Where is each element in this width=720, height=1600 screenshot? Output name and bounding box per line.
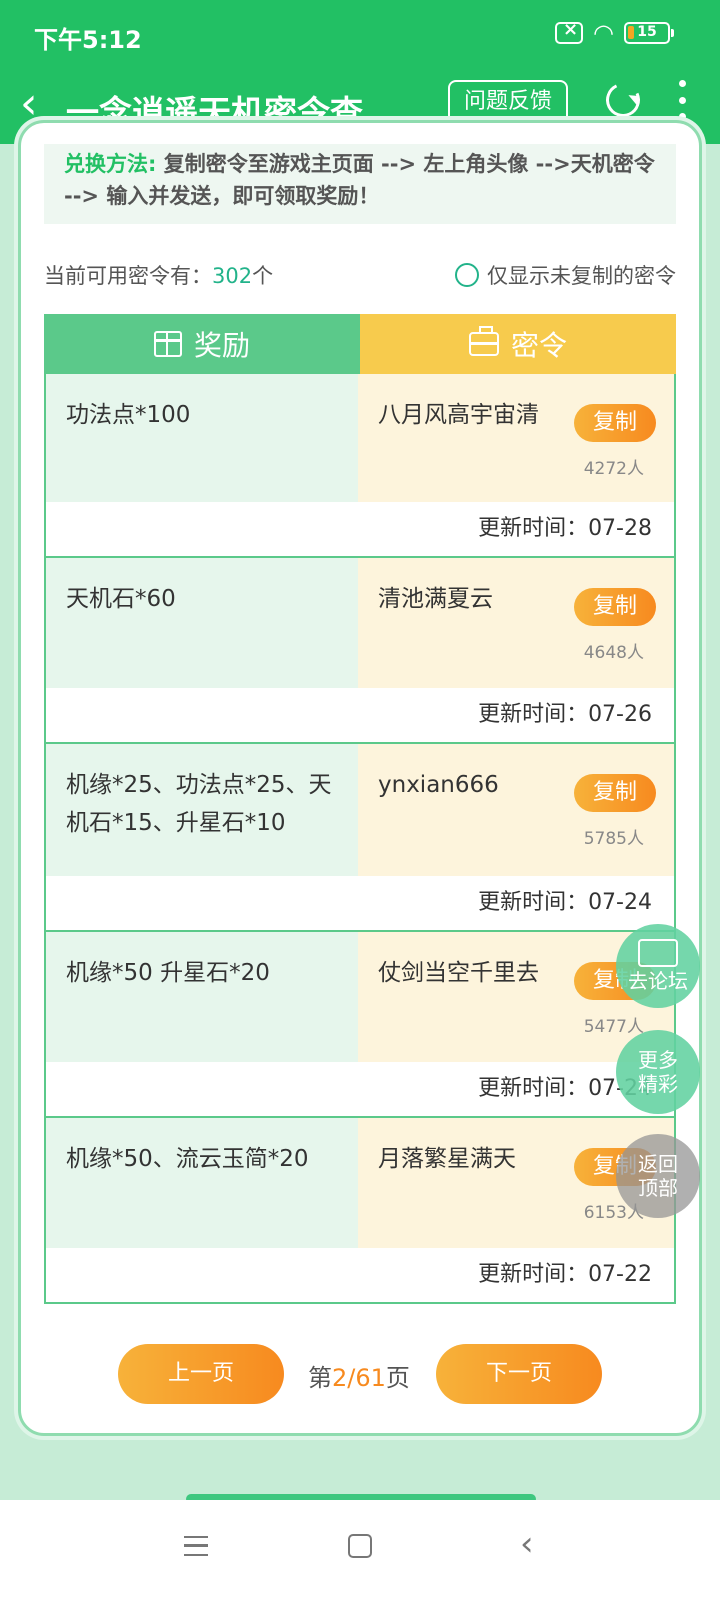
code-text: ynxian666 (378, 772, 499, 798)
home-icon[interactable] (348, 1534, 372, 1558)
update-time: 更新时间：07-22 (46, 1248, 674, 1302)
reward-cell: 机缘*25、功法点*25、天机石*15、升星石*10 (46, 744, 358, 876)
code-table: 功法点*100 八月风高宇宙清 复制 4272人 更新时间：07-28 天机石*… (44, 374, 676, 1304)
more-label: 更多精彩 (638, 1048, 678, 1096)
copy-button[interactable]: 复制 (574, 404, 656, 442)
code-text: 仗剑当空千里去 (378, 960, 539, 986)
feedback-button[interactable]: 问题反馈 (448, 80, 568, 124)
back-to-top-label: 返回顶部 (638, 1152, 678, 1200)
copy-count: 5785人 (583, 829, 644, 849)
available-count: 当前可用密令有：302个 (44, 260, 273, 290)
pagination: 上一页 第2/61页 下一页 (118, 1344, 602, 1404)
uncopied-filter[interactable]: 仅显示未复制的密令 (455, 260, 676, 290)
copy-count: 4648人 (583, 643, 644, 663)
reward-header-label: 奖励 (193, 329, 250, 362)
table-row: 机缘*50、流云玉简*20 月落繁星满天 复制 6153人 更新时间：07-22 (44, 1118, 676, 1304)
gift-icon (153, 331, 182, 357)
update-time: 更新时间：07-26 (46, 688, 674, 742)
nav-back-icon[interactable]: ‹ (520, 1524, 534, 1564)
available-count-suffix: 个 (252, 264, 274, 288)
update-time: 更新时间：07-24 (46, 876, 674, 930)
table-header: 奖励 密令 (44, 314, 676, 374)
forum-float-button[interactable]: 去论坛 (616, 924, 700, 1008)
summary-row: 当前可用密令有：302个 仅显示未复制的密令 (44, 256, 676, 292)
next-page-button[interactable]: 下一页 (436, 1344, 602, 1404)
reward-header: 奖励 (44, 314, 360, 374)
code-text: 月落繁星满天 (378, 1146, 516, 1172)
back-to-top-button[interactable]: 返回顶部 (616, 1134, 700, 1218)
briefcase-icon (468, 326, 499, 356)
page-suffix: 页 (385, 1364, 410, 1392)
radio-icon[interactable] (455, 263, 479, 287)
table-row: 机缘*50 升星石*20 仗剑当空千里去 复制 5477人 更新时间：07-24 (44, 932, 676, 1118)
more-float-button[interactable]: 更多精彩 (616, 1030, 700, 1114)
code-text: 八月风高宇宙清 (378, 402, 539, 428)
code-header-label: 密令 (510, 329, 567, 362)
update-time: 更新时间：07-28 (46, 502, 674, 556)
page-indicator: 第2/61页 (308, 1358, 410, 1393)
reward-cell: 机缘*50 升星石*20 (46, 932, 358, 1062)
sim-error-icon (555, 19, 584, 44)
chat-icon (638, 939, 678, 967)
copy-button[interactable]: 复制 (574, 588, 656, 626)
available-count-number: 302 (212, 264, 253, 288)
reward-cell: 功法点*100 (46, 374, 358, 502)
battery-icon: 15 (624, 22, 674, 44)
status-icons: ◠ 15 (555, 19, 674, 47)
copy-button[interactable]: 复制 (574, 774, 656, 812)
page-current: 2/61 (332, 1364, 386, 1392)
redeem-method-label: 兑换方法: (64, 152, 157, 176)
code-cell: 清池满夏云 复制 4648人 (358, 558, 674, 688)
redeem-method-box: 兑换方法: 复制密令至游戏主页面 --> 左上角头像 -->天机密令 --> 输… (44, 144, 676, 224)
table-row: 功法点*100 八月风高宇宙清 复制 4272人 更新时间：07-28 (44, 374, 676, 558)
reward-cell: 机缘*50、流云玉简*20 (46, 1118, 358, 1248)
forum-label: 去论坛 (628, 969, 688, 993)
available-count-prefix: 当前可用密令有： (44, 264, 212, 288)
code-cell: ynxian666 复制 5785人 (358, 744, 674, 876)
system-nav-bar: ‹ (0, 1500, 720, 1600)
page-prefix: 第 (308, 1364, 332, 1392)
wifi-icon: ◠ (593, 19, 614, 47)
reward-cell: 天机石*60 (46, 558, 358, 688)
code-text: 清池满夏云 (378, 586, 493, 612)
menu-icon[interactable] (184, 1536, 208, 1556)
status-bar: 下午5:12 ◠ 15 (0, 0, 720, 70)
table-row: 天机石*60 清池满夏云 复制 4648人 更新时间：07-26 (44, 558, 676, 744)
code-header: 密令 (360, 314, 676, 374)
table-row: 机缘*25、功法点*25、天机石*15、升星石*10 ynxian666 复制 … (44, 744, 676, 932)
prev-page-button[interactable]: 上一页 (118, 1344, 284, 1404)
update-time: 更新时间：07-24 (46, 1062, 674, 1116)
more-options-icon[interactable] (674, 80, 690, 120)
status-time: 下午5:12 (34, 26, 142, 54)
copy-count: 4272人 (583, 459, 644, 479)
uncopied-filter-label[interactable]: 仅显示未复制的密令 (487, 260, 676, 290)
refresh-icon[interactable] (601, 78, 645, 122)
code-cell: 八月风高宇宙清 复制 4272人 (358, 374, 674, 502)
